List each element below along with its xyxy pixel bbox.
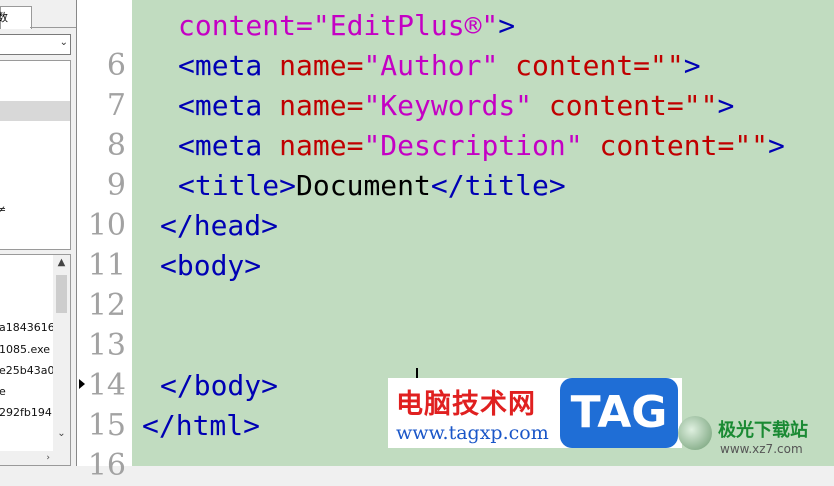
directory-item-selected[interactable] [0,101,70,121]
code-line: <meta name="Description" content=""> [178,129,785,162]
line-number: 8 [106,128,126,163]
line-number: 7 [106,88,126,123]
line-number: 14 [87,368,126,403]
bookmark-marker-icon [79,379,85,389]
code-line: content="EditPlus®"> [178,9,516,42]
watermark-badge: TAG [560,378,678,448]
line-number: 15 [87,408,126,443]
file-item[interactable]: 292fb194 [0,406,52,420]
line-number: 13 [87,328,126,363]
code-line: <meta name="Keywords" content=""> [178,89,735,122]
drive-select[interactable]: ⌄ [0,34,71,55]
sidebar-tab[interactable]: 数 [0,6,32,29]
scroll-down-icon[interactable]: ⌄ [53,428,70,439]
code-line: <title>Document</title> [178,169,566,202]
file-list[interactable]: a1843616 1085.exe e25b43a0 e 292fb194 ▲ … [0,254,71,466]
line-number-gutter: 6 7 8 9 10 11 12 13 14 15 16 [76,0,132,483]
code-line: </head> [160,209,279,242]
file-item[interactable]: e [0,385,6,399]
horizontal-scrollbar[interactable]: › [0,451,70,465]
tab-divider [30,27,76,28]
watermark-tagxp: 电脑技术网 www.tagxp.com TAG [388,378,682,448]
directory-item-label: ≠ [0,203,7,216]
line-number: 12 [87,288,126,323]
line-number: 10 [87,208,126,243]
file-item[interactable]: 1085.exe [0,343,50,357]
line-number: 11 [87,248,126,283]
watermark-site-name: 极光下载站 [718,420,808,441]
code-line: </body> [160,369,279,402]
line-number: 9 [106,168,126,203]
file-item[interactable]: e25b43a0 [0,364,54,378]
scroll-right-icon[interactable]: › [46,451,50,465]
directory-tree[interactable]: ≠ [0,60,71,250]
code-line: <meta name="Author" content=""> [178,49,701,82]
code-line: </html> [142,409,261,442]
watermark-logo-icon [678,416,712,450]
file-browser-sidebar: 数 ⌄ ≠ a1843616 1085.exe e25b43a0 e 292fb… [0,0,76,466]
watermark-site-url: www.xz7.com [720,442,803,456]
scrollbar-thumb[interactable] [56,275,67,313]
chevron-down-icon[interactable]: ⌄ [60,37,68,48]
watermark-site-name: 电脑技术网 [396,389,536,420]
line-number: 16 [87,448,126,483]
vertical-scrollbar[interactable]: ▲ ⌄ [53,255,70,453]
watermark-site-url: www.tagxp.com [396,422,549,444]
file-item[interactable]: a1843616 [0,321,55,335]
code-line: <body> [160,249,262,282]
watermark-xz7: 极光下载站 www.xz7.com [676,410,832,460]
scroll-up-icon[interactable]: ▲ [53,257,70,268]
line-number: 6 [106,48,126,83]
